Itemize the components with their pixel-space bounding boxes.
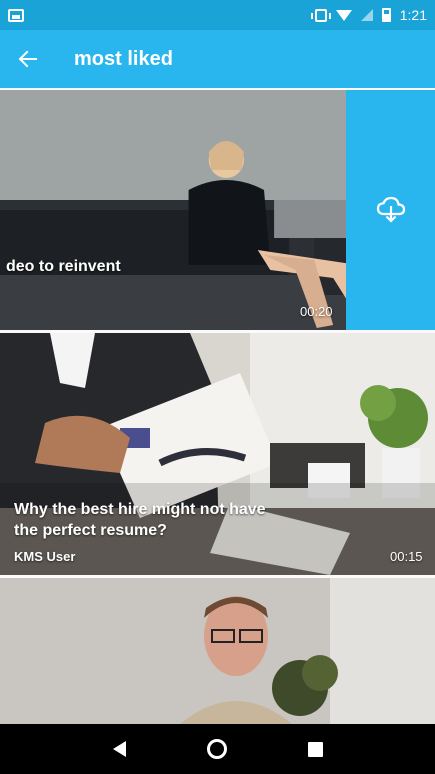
video-thumbnail-3	[0, 578, 435, 724]
nav-recents-button[interactable]	[296, 729, 336, 769]
video-title-line1: Why the best hire might not have	[14, 501, 266, 518]
status-bar: 1:21	[0, 0, 435, 30]
video-title-line2: the perfect resume?	[14, 522, 167, 539]
page-title: most liked	[74, 47, 173, 70]
app-bar: most liked	[0, 30, 435, 88]
video-author: KMS User	[14, 549, 76, 564]
screenshot-icon	[8, 8, 24, 22]
status-icons: 1:21	[310, 7, 427, 23]
video-title: deo to reinvent	[6, 258, 121, 275]
status-time: 1:21	[399, 7, 427, 23]
system-nav-bar	[0, 724, 435, 774]
cloud-download-icon	[376, 196, 405, 223]
nav-back-button[interactable]	[99, 729, 139, 769]
wifi-icon	[335, 9, 352, 21]
vibrate-icon	[310, 8, 331, 22]
video-card-3[interactable]	[0, 578, 435, 724]
nav-home-button[interactable]	[197, 729, 237, 769]
video-duration: 00:20	[300, 304, 333, 319]
battery-icon	[381, 8, 391, 22]
download-action-button[interactable]	[346, 90, 435, 330]
back-button[interactable]	[0, 30, 56, 88]
nav-home-icon	[207, 739, 228, 759]
video-duration: 00:15	[390, 549, 423, 564]
arrow-back-icon	[18, 50, 37, 68]
signal-icon	[360, 9, 373, 21]
nav-recents-icon	[308, 741, 324, 757]
video-card-2[interactable]: Why the best hire might not have the per…	[0, 333, 435, 575]
nav-back-icon	[112, 741, 126, 757]
